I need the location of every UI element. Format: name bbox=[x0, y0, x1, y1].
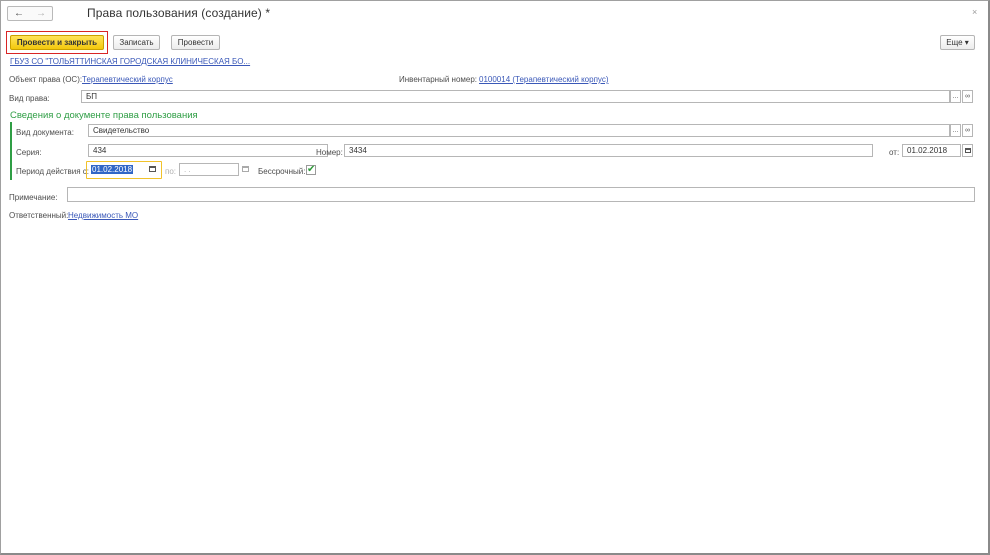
arrow-right-icon[interactable]: → bbox=[36, 8, 46, 19]
object-link[interactable]: Терапевтический корпус bbox=[82, 75, 173, 84]
post-button[interactable]: Провести bbox=[171, 35, 220, 50]
period-to-field[interactable]: . . bbox=[179, 163, 239, 176]
nav-buttons: ← → bbox=[7, 6, 53, 21]
doc-type-label: Вид документа: bbox=[16, 128, 74, 137]
organization-link[interactable]: ГБУЗ СО "ТОЛЬЯТТИНСКАЯ ГОРОДСКАЯ КЛИНИЧЕ… bbox=[10, 57, 250, 66]
inventory-link[interactable]: 0100014 (Терапевтический корпус) bbox=[479, 75, 608, 84]
open-link-icon[interactable]: ∞ bbox=[962, 124, 973, 137]
note-label: Примечание: bbox=[9, 193, 58, 202]
section-title: Сведения о документе права пользования bbox=[10, 110, 198, 121]
page-title: Права пользования (создание) * bbox=[87, 6, 271, 20]
open-link-icon[interactable]: ∞ bbox=[962, 90, 973, 103]
date-label: от: bbox=[889, 148, 900, 157]
right-type-field[interactable]: БП bbox=[81, 90, 950, 103]
ellipsis-icon[interactable]: ... bbox=[950, 90, 961, 103]
date-field[interactable]: 01.02.2018 bbox=[902, 144, 961, 157]
series-field[interactable]: 434 bbox=[88, 144, 328, 157]
period-to-label: по: bbox=[165, 167, 177, 176]
ellipsis-icon[interactable]: ... bbox=[950, 124, 961, 137]
period-label: Период действия с: bbox=[16, 167, 90, 176]
section-bar bbox=[10, 122, 12, 180]
number-field[interactable]: 3434 bbox=[344, 144, 873, 157]
note-field[interactable] bbox=[67, 187, 975, 202]
post-and-close-button[interactable]: Провести и закрыть bbox=[10, 35, 104, 50]
doc-type-field[interactable]: Свидетельство bbox=[88, 124, 950, 137]
close-icon[interactable]: × bbox=[972, 7, 977, 17]
more-button[interactable]: Еще ▾ bbox=[940, 35, 975, 50]
responsible-label: Ответственный: bbox=[9, 211, 69, 220]
series-label: Серия: bbox=[16, 148, 42, 157]
period-from-value: 01.02.2018 bbox=[91, 165, 134, 174]
number-label: Номер: bbox=[316, 148, 343, 157]
right-type-label: Вид права: bbox=[9, 94, 50, 103]
responsible-link[interactable]: Недвижимость МО bbox=[68, 211, 138, 220]
calendar-icon[interactable] bbox=[149, 166, 156, 172]
save-button[interactable]: Записать bbox=[113, 35, 160, 50]
calendar-icon[interactable] bbox=[242, 166, 249, 172]
arrow-left-icon[interactable]: ← bbox=[14, 8, 24, 19]
indefinite-checkbox[interactable]: ✔ bbox=[306, 165, 316, 175]
indefinite-label: Бессрочный: bbox=[258, 167, 306, 176]
period-from-field[interactable]: 01.02.2018 bbox=[89, 163, 145, 176]
inventory-label: Инвентарный номер: bbox=[399, 75, 478, 84]
calendar-icon[interactable] bbox=[962, 144, 973, 157]
object-label: Объект права (ОС): bbox=[9, 75, 83, 84]
